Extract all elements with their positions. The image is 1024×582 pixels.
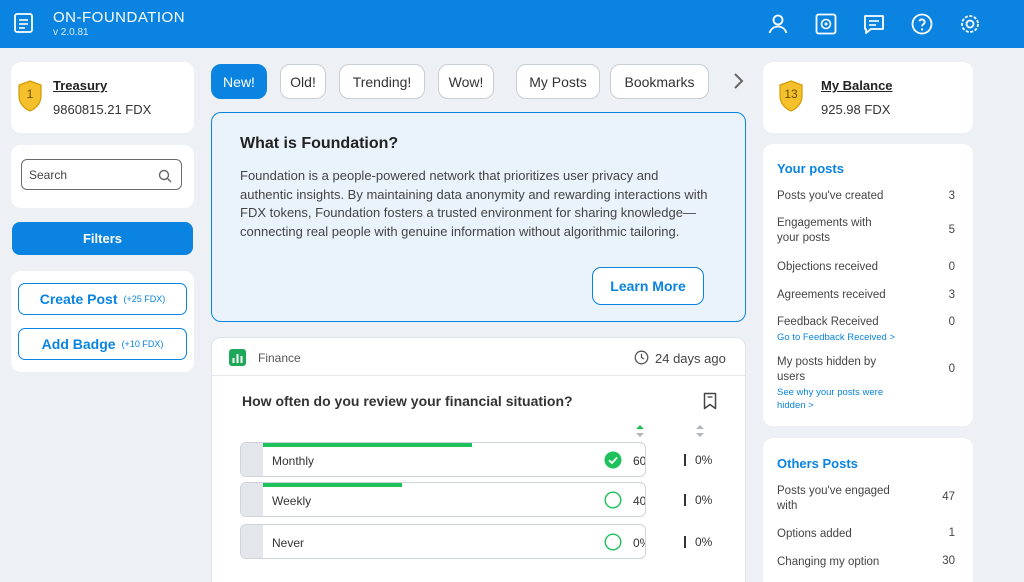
create-post-reward: (+25 FDX)	[123, 294, 166, 304]
tab-wow[interactable]: Wow!	[438, 64, 494, 99]
your-posts-card: Your posts Posts you've created 3 Engage…	[763, 144, 973, 426]
tab-old[interactable]: Old!	[280, 64, 326, 99]
stat-label: Feedback Received	[777, 316, 879, 328]
unchecked-circle-icon[interactable]	[604, 491, 622, 509]
actions-card: Create Post (+25 FDX) Add Badge (+10 FDX…	[11, 271, 194, 372]
poll-option[interactable]: Never 0%	[240, 524, 646, 559]
checked-circle-icon[interactable]	[604, 451, 622, 469]
count-divider	[684, 454, 686, 466]
others-posts-card: Others Posts Posts you've engaged with 4…	[763, 438, 973, 582]
bookmark-icon[interactable]	[702, 392, 718, 410]
info-title: What is Foundation?	[240, 135, 399, 152]
search-icon[interactable]	[158, 169, 172, 183]
add-badge-button[interactable]: Add Badge (+10 FDX)	[18, 328, 187, 360]
balance-title[interactable]: My Balance	[821, 78, 893, 93]
count-divider	[684, 494, 686, 506]
stat-label: My posts hidden by users	[777, 356, 877, 383]
option-result-bar	[263, 483, 402, 487]
add-badge-label: Add Badge	[41, 336, 116, 352]
poll-option[interactable]: Weekly 40%	[240, 482, 646, 517]
chevron-right-icon[interactable]	[731, 72, 745, 90]
stat-value: 0	[948, 363, 955, 375]
option-percent: 40%	[633, 494, 646, 508]
settings-icon[interactable]	[956, 10, 984, 38]
stat-label: Agreements received	[777, 289, 886, 301]
balance-value: 925.98 FDX	[821, 102, 891, 117]
profile-icon[interactable]	[764, 10, 792, 38]
stat-value: 1	[948, 527, 955, 539]
post-question: How often do you review your financial s…	[242, 393, 573, 409]
stat-value: 30	[942, 555, 955, 567]
others-posts-title: Others Posts	[777, 456, 858, 471]
post-card: Finance 24 days ago How often do you rev…	[211, 337, 746, 582]
filters-button[interactable]: Filters	[12, 222, 193, 255]
unchecked-circle-icon[interactable]	[604, 533, 622, 551]
top-bar: ON-FOUNDATION v 2.0.81	[0, 0, 1024, 48]
option-percent: 0%	[633, 536, 645, 550]
tab-new[interactable]: New!	[211, 64, 267, 99]
finance-chart-icon	[229, 349, 246, 366]
chat-icon[interactable]	[860, 10, 888, 38]
option-contended-percent: 0%	[695, 453, 713, 467]
brand-name: ON-FOUNDATION	[53, 9, 186, 26]
treasury-safe-icon[interactable]	[812, 10, 840, 38]
stat-value: 3	[948, 190, 955, 202]
poll-option[interactable]: Monthly 60%	[240, 442, 646, 477]
stat-label: Options added	[777, 528, 852, 540]
stat-value: 0	[948, 261, 955, 273]
stat-value: 3	[948, 289, 955, 301]
balance-card: 13 My Balance 925.98 FDX	[763, 62, 973, 133]
count-divider	[684, 536, 686, 548]
option-handle	[241, 525, 263, 558]
treasury-card: 1 Treasury 9860815.21 FDX	[11, 62, 194, 133]
info-body: Foundation is a people-powered network t…	[240, 168, 708, 239]
option-label: Weekly	[272, 494, 312, 508]
help-icon[interactable]	[908, 10, 936, 38]
tab-trending[interactable]: Trending!	[339, 64, 425, 99]
option-label: Never	[272, 536, 305, 550]
tab-my-posts[interactable]: My Posts	[516, 64, 600, 99]
post-category: Finance	[258, 351, 301, 365]
balance-badge-number: 13	[784, 87, 798, 101]
your-posts-title: Your posts	[777, 161, 844, 176]
post-header: Finance 24 days ago	[212, 338, 745, 376]
learn-more-button[interactable]: Learn More	[592, 267, 704, 305]
feedback-link[interactable]: Go to Feedback Received >	[777, 332, 917, 345]
option-result-bar	[263, 443, 472, 447]
option-label: Monthly	[272, 454, 315, 468]
option-handle	[241, 483, 263, 516]
add-badge-reward: (+10 FDX)	[121, 339, 164, 349]
create-post-button[interactable]: Create Post (+25 FDX)	[18, 283, 187, 315]
stat-label: Changing my option	[777, 556, 880, 568]
create-post-label: Create Post	[39, 291, 118, 307]
stat-label: Engagements with your posts	[777, 217, 872, 244]
stat-label: Posts you've created	[777, 190, 884, 202]
treasury-badge-number: 1	[26, 87, 34, 101]
stat-value: 47	[942, 491, 955, 503]
option-contended-percent: 0%	[695, 493, 713, 507]
stat-value: 5	[948, 224, 955, 236]
tab-bookmarks[interactable]: Bookmarks	[610, 64, 709, 99]
stat-value: 0	[948, 316, 955, 328]
stat-label: Posts you've engaged with	[777, 485, 890, 512]
option-handle	[241, 443, 263, 476]
treasury-value: 9860815.21 FDX	[53, 102, 152, 117]
option-contended-percent: 0%	[695, 535, 713, 549]
hidden-posts-link[interactable]: See why your posts were hidden >	[777, 387, 902, 412]
clock-icon	[634, 350, 649, 365]
post-time: 24 days ago	[655, 351, 726, 366]
sort-percent-icon[interactable]	[635, 424, 645, 438]
info-card: What is Foundation? Foundation is a peop…	[211, 112, 746, 322]
sort-contended-icon[interactable]	[695, 424, 705, 438]
app-version: v 2.0.81	[53, 27, 89, 38]
app-logo-icon[interactable]	[13, 12, 35, 34]
treasury-title[interactable]: Treasury	[53, 78, 107, 93]
stat-label: Objections received	[777, 261, 878, 273]
option-percent: 60%	[633, 454, 646, 468]
